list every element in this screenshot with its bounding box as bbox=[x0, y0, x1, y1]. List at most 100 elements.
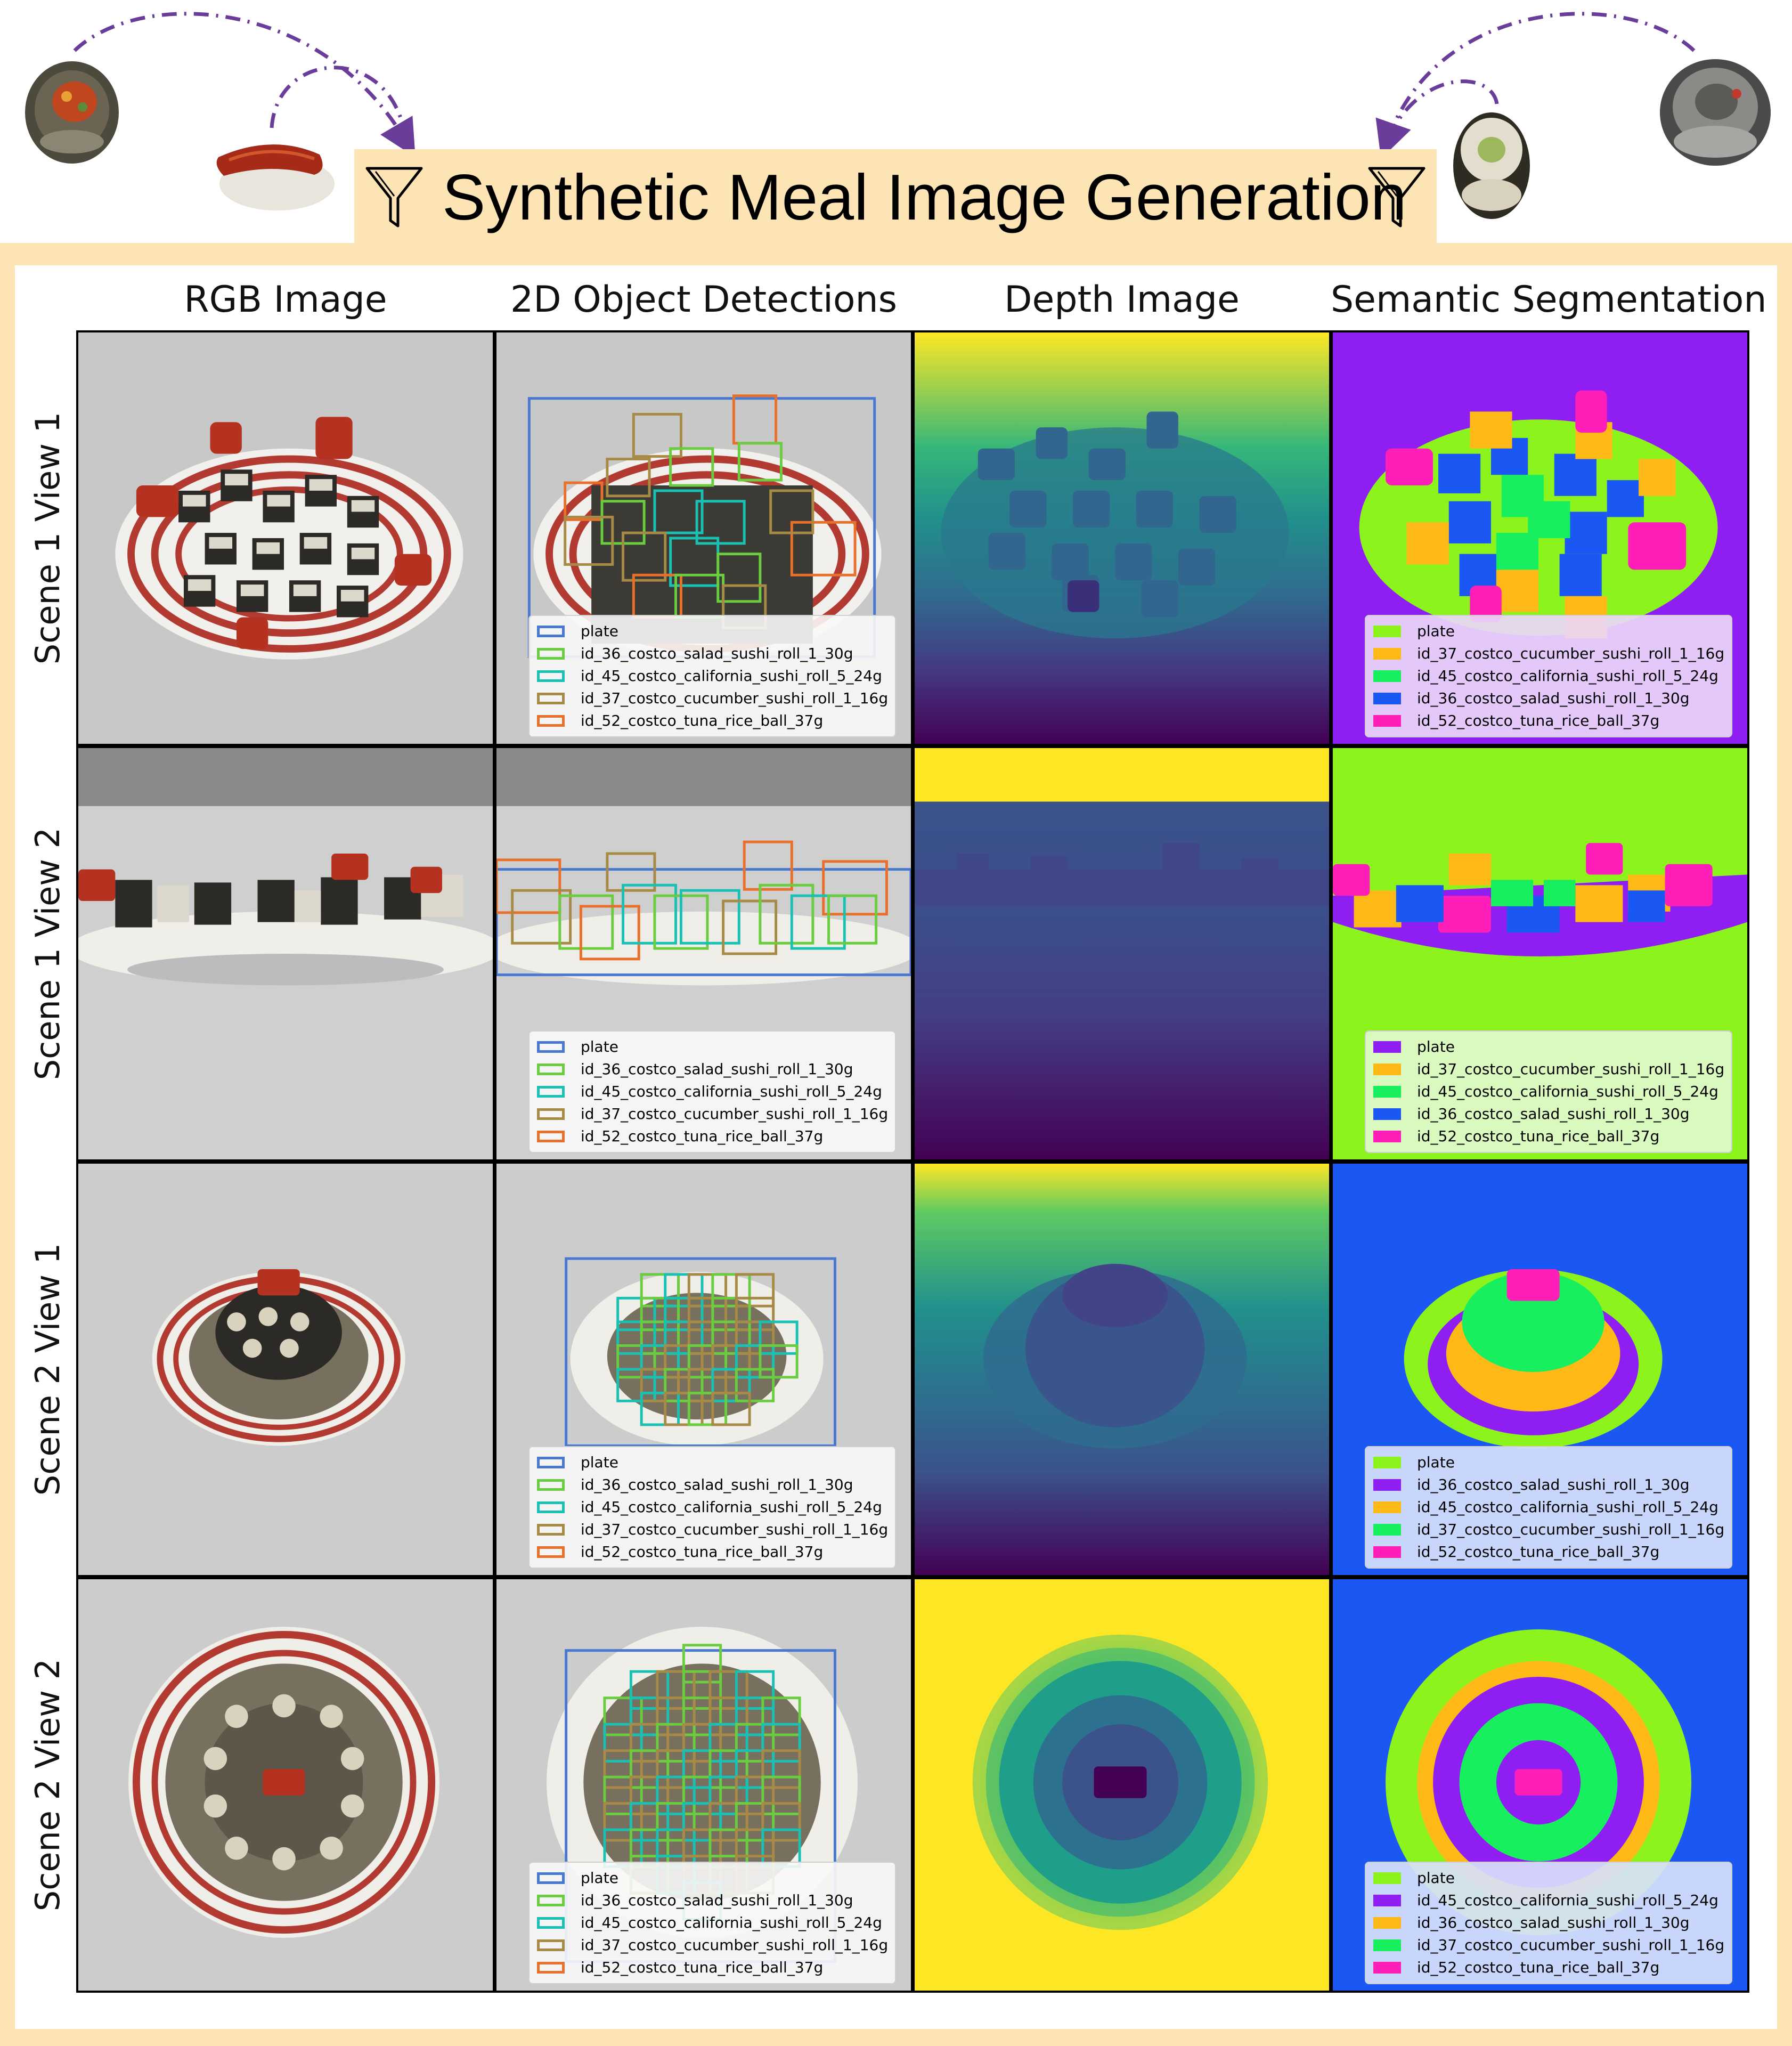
legend-label: id_36_costco_salad_sushi_roll_1_30g bbox=[581, 1060, 853, 1078]
legend-item: id_52_costco_tuna_rice_ball_37g bbox=[1373, 1956, 1724, 1979]
legend-item: id_45_costco_california_sushi_roll_5_24g bbox=[537, 1081, 887, 1103]
legend-item: id_36_costco_salad_sushi_roll_1_30g bbox=[1373, 1474, 1724, 1496]
legend-label: id_52_costco_tuna_rice_ball_37g bbox=[1417, 712, 1660, 729]
depth-image-scene2-view1 bbox=[913, 1162, 1331, 1577]
legend-swatch bbox=[1373, 1524, 1401, 1536]
legend-swatch bbox=[1373, 1872, 1401, 1884]
legend-swatch bbox=[1373, 1063, 1401, 1075]
legend-swatch bbox=[537, 1086, 565, 1098]
legend-label: plate bbox=[581, 1454, 618, 1471]
segmentation-legend: plate id_37_costco_cucumber_sushi_roll_1… bbox=[1365, 1030, 1732, 1153]
legend-item: id_45_costco_california_sushi_roll_5_24g bbox=[1373, 665, 1724, 687]
rgb-image-scene1-view2 bbox=[76, 746, 495, 1162]
legend-label: id_52_costco_tuna_rice_ball_37g bbox=[1417, 1543, 1660, 1561]
detection-legend: plate id_36_costco_salad_sushi_roll_1_30… bbox=[528, 615, 896, 737]
detections-scene1-view2: plate id_36_costco_salad_sushi_roll_1_30… bbox=[494, 746, 913, 1162]
legend-swatch bbox=[537, 1939, 565, 1951]
legend-item: plate bbox=[537, 1867, 887, 1889]
rgb-image-scene2-view2 bbox=[76, 1577, 495, 1993]
rgb-image-scene2-view1 bbox=[76, 1162, 495, 1577]
legend-swatch bbox=[1373, 670, 1401, 682]
legend-label: id_52_costco_tuna_rice_ball_37g bbox=[581, 1959, 824, 1976]
legend-label: id_37_costco_cucumber_sushi_roll_1_16g bbox=[1417, 1521, 1725, 1538]
legend-item: id_36_costco_salad_sushi_roll_1_30g bbox=[537, 1058, 887, 1081]
legend-swatch bbox=[1373, 1917, 1401, 1929]
segmentation-legend: plate id_45_costco_california_sushi_roll… bbox=[1365, 1862, 1732, 1984]
legend-label: id_36_costco_salad_sushi_roll_1_30g bbox=[1417, 1105, 1690, 1123]
detection-legend: plate id_36_costco_salad_sushi_roll_1_30… bbox=[528, 1446, 896, 1569]
column-header-segmentation: Semantic Segmentation bbox=[1331, 279, 1767, 321]
legend-item: id_37_costco_cucumber_sushi_roll_1_16g bbox=[537, 687, 889, 710]
legend-item: id_37_costco_cucumber_sushi_roll_1_16g bbox=[537, 1103, 888, 1125]
legend-label: id_36_costco_salad_sushi_roll_1_30g bbox=[581, 1891, 853, 1909]
legend-swatch bbox=[1373, 715, 1401, 727]
legend-item: id_52_costco_tuna_rice_ball_37g bbox=[1373, 1541, 1724, 1563]
legend-item: id_45_costco_california_sushi_roll_5_24g bbox=[1373, 1081, 1724, 1103]
legend-label: id_45_costco_california_sushi_roll_5_24g bbox=[1417, 1498, 1718, 1516]
legend-label: plate bbox=[581, 1038, 618, 1056]
legend-label: id_37_costco_cucumber_sushi_roll_1_16g bbox=[1417, 645, 1725, 662]
legend-swatch bbox=[537, 1546, 565, 1558]
legend-label: id_45_costco_california_sushi_roll_5_24g bbox=[581, 1083, 882, 1100]
legend-label: id_45_costco_california_sushi_roll_5_24g bbox=[581, 1914, 882, 1931]
legend-item: id_45_costco_california_sushi_roll_5_24g bbox=[537, 1912, 887, 1934]
legend-item: id_52_costco_tuna_rice_ball_37g bbox=[1373, 710, 1724, 732]
segmentation-scene1-view1: plate id_37_costco_cucumber_sushi_roll_1… bbox=[1331, 330, 1749, 746]
column-header-detections: 2D Object Detections bbox=[510, 279, 898, 321]
segmentation-scene1-view2: plate id_37_costco_cucumber_sushi_roll_1… bbox=[1331, 746, 1749, 1162]
legend-label: id_52_costco_tuna_rice_ball_37g bbox=[1417, 1127, 1660, 1145]
legend-swatch bbox=[1373, 1546, 1401, 1558]
legend-swatch bbox=[1373, 1041, 1401, 1053]
legend-item: id_52_costco_tuna_rice_ball_37g bbox=[537, 1956, 887, 1979]
legend-item: plate bbox=[537, 620, 887, 643]
legend-item: id_52_costco_tuna_rice_ball_37g bbox=[537, 1125, 887, 1148]
legend-swatch bbox=[537, 1895, 565, 1906]
legend-label: id_45_costco_california_sushi_roll_5_24g bbox=[1417, 1083, 1718, 1100]
detection-legend: plate id_36_costco_salad_sushi_roll_1_30… bbox=[528, 1862, 896, 1984]
legend-item: id_37_costco_cucumber_sushi_roll_1_16g bbox=[1373, 1934, 1724, 1956]
legend-swatch bbox=[1373, 1108, 1401, 1120]
legend-swatch bbox=[1373, 1939, 1401, 1951]
legend-label: id_36_costco_salad_sushi_roll_1_30g bbox=[581, 645, 853, 662]
legend-swatch bbox=[1373, 1895, 1401, 1906]
legend-item: plate bbox=[1373, 1036, 1724, 1058]
legend-item: plate bbox=[1373, 1867, 1724, 1889]
legend-label: id_52_costco_tuna_rice_ball_37g bbox=[581, 1127, 824, 1145]
legend-label: id_52_costco_tuna_rice_ball_37g bbox=[581, 1543, 824, 1561]
legend-item: id_37_costco_cucumber_sushi_roll_1_16g bbox=[1373, 643, 1724, 665]
legend-item: id_37_costco_cucumber_sushi_roll_1_16g bbox=[537, 1934, 889, 1956]
legend-label: id_37_costco_cucumber_sushi_roll_1_16g bbox=[581, 689, 889, 707]
legend-swatch bbox=[1373, 626, 1401, 637]
legend-swatch bbox=[537, 1108, 565, 1120]
row-header-scene1-view1: Scene 1 View 1 bbox=[28, 411, 67, 665]
legend-swatch bbox=[537, 648, 565, 660]
legend-item: id_52_costco_tuna_rice_ball_37g bbox=[537, 1541, 887, 1563]
legend-swatch bbox=[537, 1962, 565, 1974]
legend-label: id_36_costco_salad_sushi_roll_1_30g bbox=[1417, 1914, 1690, 1931]
funnel-icon bbox=[365, 167, 423, 228]
legend-label: id_45_costco_california_sushi_roll_5_24g bbox=[1417, 667, 1718, 685]
legend-swatch bbox=[1373, 1457, 1401, 1468]
legend-label: plate bbox=[1417, 1454, 1455, 1471]
legend-item: id_37_costco_cucumber_sushi_roll_1_16g bbox=[1373, 1058, 1724, 1081]
legend-label: id_36_costco_salad_sushi_roll_1_30g bbox=[1417, 689, 1690, 707]
legend-swatch bbox=[1373, 1501, 1401, 1513]
legend-swatch bbox=[1373, 1131, 1401, 1142]
legend-item: plate bbox=[1373, 620, 1724, 643]
legend-label: id_45_costco_california_sushi_roll_5_24g bbox=[581, 667, 882, 685]
legend-label: id_37_costco_cucumber_sushi_roll_1_16g bbox=[581, 1936, 889, 1954]
legend-swatch bbox=[537, 1131, 565, 1142]
row-header-scene2-view2: Scene 2 View 2 bbox=[28, 1658, 67, 1912]
legend-swatch bbox=[537, 1041, 565, 1053]
legend-swatch bbox=[537, 693, 565, 704]
legend-item: id_36_costco_salad_sushi_roll_1_30g bbox=[1373, 687, 1724, 710]
legend-label: plate bbox=[1417, 622, 1455, 640]
legend-item: id_36_costco_salad_sushi_roll_1_30g bbox=[537, 1474, 887, 1496]
detection-legend: plate id_36_costco_salad_sushi_roll_1_30… bbox=[528, 1030, 896, 1153]
rgb-image-scene1-view1 bbox=[76, 330, 495, 746]
row-header-scene1-view2: Scene 1 View 2 bbox=[28, 827, 67, 1081]
row-header-scene2-view1: Scene 2 View 1 bbox=[28, 1243, 67, 1496]
legend-label: plate bbox=[581, 1869, 618, 1887]
legend-item: plate bbox=[1373, 1451, 1724, 1474]
legend-item: id_52_costco_tuna_rice_ball_37g bbox=[1373, 1125, 1724, 1148]
